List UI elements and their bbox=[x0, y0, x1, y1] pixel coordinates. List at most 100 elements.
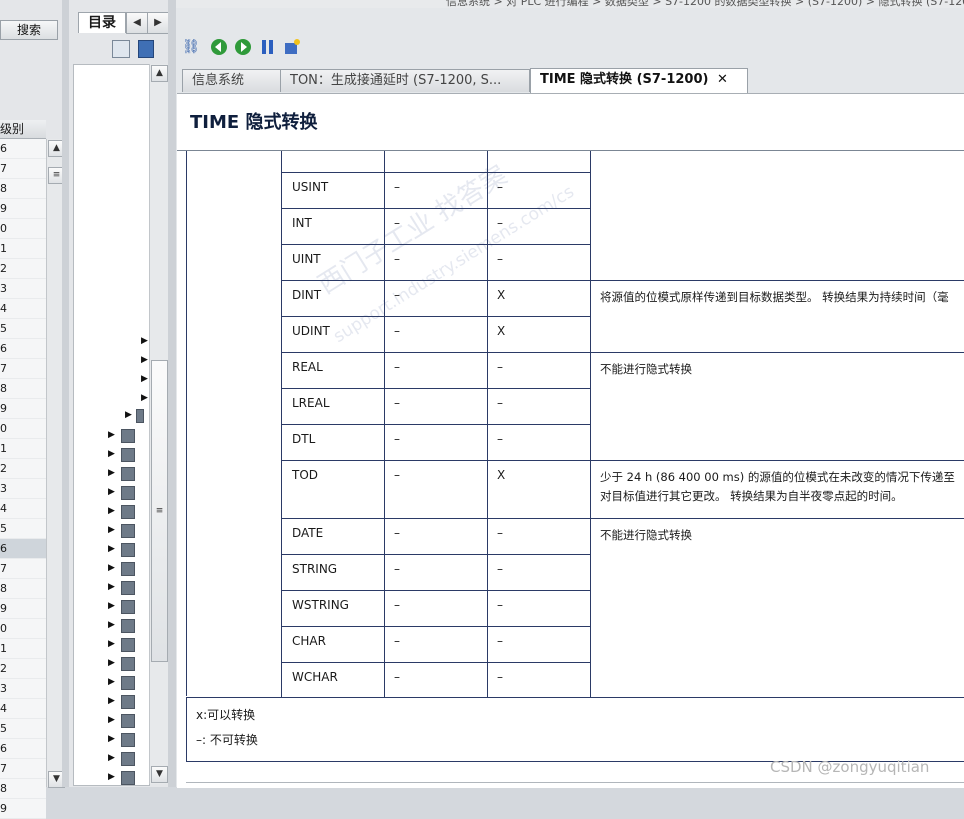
book-node-icon[interactable] bbox=[121, 581, 135, 595]
book-node-icon[interactable] bbox=[121, 657, 135, 671]
book-node-icon[interactable] bbox=[121, 543, 135, 557]
level-row[interactable]: 9 bbox=[0, 399, 46, 419]
level-row[interactable]: 0 bbox=[0, 219, 46, 239]
search-button[interactable]: 搜索 bbox=[0, 20, 58, 40]
book-node-icon[interactable] bbox=[121, 562, 135, 576]
panel-splitter[interactable] bbox=[62, 0, 69, 787]
tree-expand-icon[interactable]: ▶ bbox=[108, 525, 115, 535]
catalog-book-icon[interactable] bbox=[112, 40, 130, 58]
level-row[interactable]: 2 bbox=[0, 659, 46, 679]
scroll-up-icon[interactable]: ▲ bbox=[151, 65, 168, 82]
catalog-next-button[interactable]: ▶ bbox=[147, 12, 169, 34]
level-row[interactable]: 2 bbox=[0, 459, 46, 479]
level-row[interactable]: 7 bbox=[0, 759, 46, 779]
level-row[interactable]: 5 bbox=[0, 719, 46, 739]
level-row[interactable]: 9 bbox=[0, 199, 46, 219]
level-row[interactable]: 8 bbox=[0, 579, 46, 599]
book-node-icon[interactable] bbox=[121, 467, 135, 481]
tree-expand-icon[interactable]: ▶ bbox=[108, 753, 115, 763]
scroll-down-icon[interactable]: ▼ bbox=[151, 766, 168, 783]
level-row[interactable]: 8 bbox=[0, 779, 46, 799]
level-row[interactable]: 8 bbox=[0, 379, 46, 399]
level-row[interactable]: 3 bbox=[0, 679, 46, 699]
close-icon[interactable]: ✕ bbox=[717, 72, 728, 87]
level-row[interactable]: 7 bbox=[0, 559, 46, 579]
book-node-icon[interactable] bbox=[121, 771, 135, 785]
book-node-icon[interactable] bbox=[121, 505, 135, 519]
catalog-prev-button[interactable]: ◀ bbox=[126, 12, 148, 34]
level-row[interactable]: 6 bbox=[0, 539, 46, 559]
forward-icon[interactable] bbox=[234, 38, 252, 56]
level-row[interactable]: 4 bbox=[0, 699, 46, 719]
tree-expand-icon[interactable]: ▶ bbox=[108, 658, 115, 668]
level-row[interactable]: 7 bbox=[0, 359, 46, 379]
level-row[interactable]: 5 bbox=[0, 519, 46, 539]
tree-expand-icon[interactable]: ▶ bbox=[141, 374, 148, 384]
tree-expand-icon[interactable]: ▶ bbox=[108, 544, 115, 554]
book-node-icon[interactable] bbox=[121, 600, 135, 614]
level-row[interactable]: 8 bbox=[0, 179, 46, 199]
level-row[interactable]: 5 bbox=[0, 319, 46, 339]
book-node-icon[interactable] bbox=[121, 486, 135, 500]
level-row[interactable]: 6 bbox=[0, 139, 46, 159]
tree-expand-icon[interactable]: ▶ bbox=[125, 410, 132, 420]
tree-expand-icon[interactable]: ▶ bbox=[108, 734, 115, 744]
tree-expand-icon[interactable]: ▶ bbox=[108, 468, 115, 478]
tree-expand-icon[interactable]: ▶ bbox=[108, 620, 115, 630]
level-row[interactable]: 1 bbox=[0, 239, 46, 259]
level-row[interactable]: 0 bbox=[0, 419, 46, 439]
book-node-icon[interactable] bbox=[136, 409, 144, 423]
tree-sync-icon[interactable]: ⛓ bbox=[182, 38, 200, 56]
level-row[interactable]: 0 bbox=[0, 619, 46, 639]
panel-splitter[interactable] bbox=[168, 0, 176, 787]
book-node-icon[interactable] bbox=[121, 429, 135, 443]
level-row[interactable]: 1 bbox=[0, 439, 46, 459]
level-row[interactable]: 6 bbox=[0, 339, 46, 359]
tree-expand-icon[interactable]: ▶ bbox=[108, 430, 115, 440]
tree-expand-icon[interactable]: ▶ bbox=[141, 336, 148, 346]
back-icon[interactable] bbox=[210, 38, 228, 56]
tree-expand-icon[interactable]: ▶ bbox=[108, 772, 115, 782]
tree-expand-icon[interactable]: ▶ bbox=[108, 506, 115, 516]
tree-expand-icon[interactable]: ▶ bbox=[108, 639, 115, 649]
tree-expand-icon[interactable]: ▶ bbox=[108, 449, 115, 459]
tree-expand-icon[interactable]: ▶ bbox=[108, 696, 115, 706]
book-node-icon[interactable] bbox=[121, 448, 135, 462]
level-column-header[interactable]: 级别 bbox=[0, 120, 46, 139]
tree-expand-icon[interactable]: ▶ bbox=[141, 355, 148, 365]
book-node-icon[interactable] bbox=[121, 695, 135, 709]
book-node-icon[interactable] bbox=[121, 752, 135, 766]
tree-expand-icon[interactable]: ▶ bbox=[108, 715, 115, 725]
level-row[interactable]: 1 bbox=[0, 639, 46, 659]
tab-ton[interactable]: TON：生成接通延时 (S7-1200, S... bbox=[280, 69, 530, 92]
level-row[interactable]: 4 bbox=[0, 499, 46, 519]
bookmarks-icon[interactable] bbox=[259, 38, 277, 56]
book-node-icon[interactable] bbox=[121, 638, 135, 652]
book-node-icon[interactable] bbox=[121, 733, 135, 747]
book-node-icon[interactable] bbox=[121, 714, 135, 728]
tree-expand-icon[interactable]: ▶ bbox=[108, 582, 115, 592]
tab-time-implicit[interactable]: TIME 隐式转换 (S7-1200) ✕ bbox=[530, 68, 748, 93]
level-row[interactable]: 9 bbox=[0, 799, 46, 819]
level-row[interactable]: 3 bbox=[0, 479, 46, 499]
level-row[interactable]: 6 bbox=[0, 739, 46, 759]
level-row[interactable]: 2 bbox=[0, 259, 46, 279]
level-row[interactable]: 4 bbox=[0, 299, 46, 319]
book-node-icon[interactable] bbox=[121, 619, 135, 633]
tree-expand-icon[interactable]: ▶ bbox=[141, 393, 148, 403]
tree-expand-icon[interactable]: ▶ bbox=[108, 487, 115, 497]
catalog-print-icon[interactable] bbox=[138, 40, 154, 58]
level-row[interactable]: 3 bbox=[0, 279, 46, 299]
catalog-tab[interactable]: 目录 bbox=[78, 12, 126, 33]
tree-expand-icon[interactable]: ▶ bbox=[108, 601, 115, 611]
bottom-divider bbox=[186, 782, 964, 783]
tree-expand-icon[interactable]: ▶ bbox=[108, 563, 115, 573]
tree-expand-icon[interactable]: ▶ bbox=[108, 677, 115, 687]
book-node-icon[interactable] bbox=[121, 524, 135, 538]
level-row[interactable]: 9 bbox=[0, 599, 46, 619]
book-node-icon[interactable] bbox=[121, 676, 135, 690]
catalog-scrollbar[interactable]: ▲ ≡ ▼ bbox=[149, 64, 168, 784]
level-row[interactable]: 7 bbox=[0, 159, 46, 179]
scroll-thumb-icon[interactable]: ≡ bbox=[151, 360, 168, 662]
new-bookmark-icon[interactable] bbox=[283, 38, 301, 56]
